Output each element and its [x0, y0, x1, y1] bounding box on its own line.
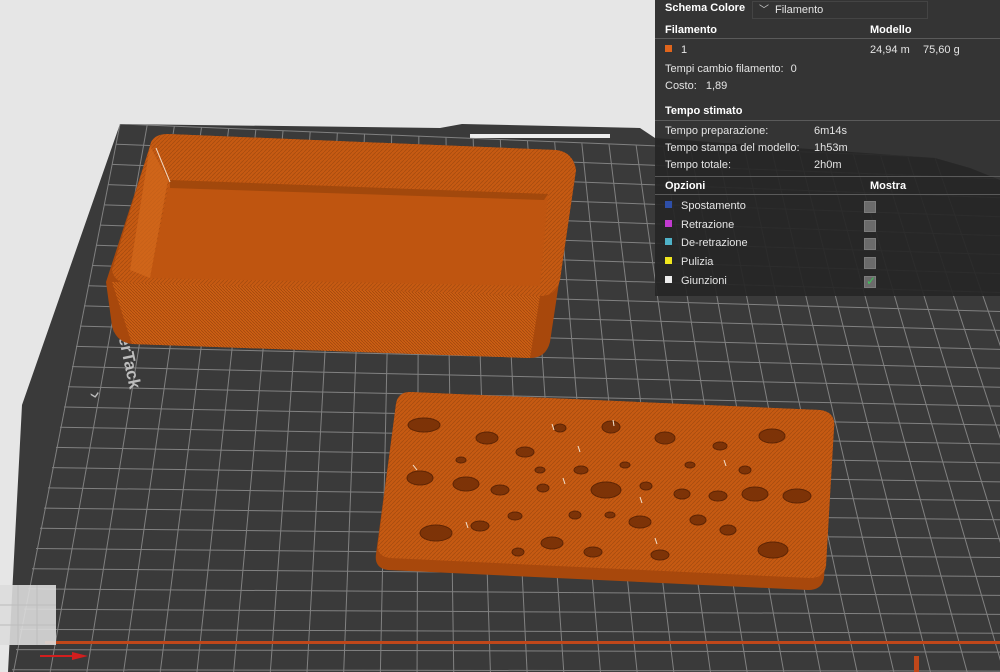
vent-hole [407, 417, 441, 433]
option-color-swatch [665, 257, 672, 265]
show-header: Mostra [870, 180, 907, 192]
filament-weight: 75,60 g [923, 44, 960, 56]
option-show-checkbox[interactable] [864, 238, 876, 251]
prep-time-label: Tempo preparazione: [665, 125, 769, 137]
option-label: Pulizia [681, 256, 714, 269]
option-row: Retrazione [665, 219, 990, 231]
total-time-value: 2h0m [814, 159, 842, 171]
option-show-checkbox[interactable] [864, 201, 876, 213]
vent-hole [712, 441, 728, 451]
filament-row: 1 24,94 m 75,60 g [665, 44, 990, 56]
option-color-swatch [665, 238, 672, 246]
filament-changes-row: Tempi cambio filamento: 0 [665, 63, 990, 75]
vented-plate-model [375, 392, 835, 590]
color-scheme-select[interactable]: ﹀ Filamento [752, 1, 928, 19]
vent-hole [601, 420, 621, 434]
cost-row: Costo: 1,89 [665, 80, 990, 92]
vent-hole [757, 541, 789, 559]
vent-hole [719, 524, 737, 536]
vent-hole [419, 524, 453, 542]
vent-hole [536, 483, 550, 493]
cost-value: 1,89 [705, 80, 728, 92]
vent-hole [758, 428, 786, 444]
legend-panel: Schema Colore ﹀ Filamento Filamento Model… [655, 0, 1000, 296]
color-scheme-value: Filamento [775, 4, 824, 16]
option-label: De-retrazione [681, 237, 748, 250]
vent-hole [604, 511, 616, 519]
tray-model [106, 134, 576, 358]
vent-hole [782, 488, 812, 504]
model-header: Modello [870, 24, 912, 36]
model-time-row: Tempo stampa del modello: 1h53m [665, 142, 990, 154]
vent-hole [540, 536, 564, 550]
option-label: Spostamento [681, 200, 746, 212]
vent-hole [628, 515, 652, 529]
vent-hole [455, 456, 467, 464]
filament-header: Filamento [665, 24, 717, 36]
vent-hole [590, 481, 622, 499]
vent-hole [583, 546, 603, 558]
vent-hole [573, 465, 589, 475]
plate-handle [470, 134, 610, 138]
filament-color-swatch [665, 45, 672, 52]
vent-hole [741, 486, 769, 502]
vent-hole [515, 446, 535, 458]
options-header-row: Opzioni Mostra [665, 180, 990, 192]
option-row: De-retrazione [665, 237, 990, 249]
vent-hole [490, 484, 510, 496]
estimated-time-header: Tempo stimato [665, 105, 743, 117]
option-show-checkbox[interactable] [864, 257, 876, 270]
option-row: Pulizia [665, 256, 990, 268]
prep-time-row: Tempo preparazione: 6m14s [665, 125, 990, 137]
vent-hole [406, 470, 434, 486]
vent-hole [568, 510, 582, 520]
option-row: Giunzioni [665, 275, 990, 287]
vent-hole [650, 549, 670, 561]
filament-changes-label: Tempi cambio filamento: [665, 63, 784, 75]
vent-hole [619, 461, 631, 469]
vent-hole [553, 423, 567, 433]
filament-length: 24,94 m [870, 44, 910, 56]
option-color-swatch [665, 275, 672, 283]
option-row: Spostamento [665, 200, 990, 212]
vent-hole [684, 461, 696, 469]
cost-label: Costo: [665, 80, 697, 92]
options-header: Opzioni [665, 180, 706, 192]
option-color-swatch [665, 201, 672, 208]
vent-hole [689, 514, 707, 526]
option-color-swatch [665, 219, 672, 227]
option-show-checkbox[interactable] [864, 219, 876, 232]
filament-index: 1 [681, 44, 688, 56]
option-label: Giunzioni [681, 274, 727, 287]
vent-hole [673, 488, 691, 500]
total-time-row: Tempo totale: 2h0m [665, 159, 990, 171]
vent-hole [534, 466, 546, 474]
vent-hole [654, 431, 676, 445]
corner-tile [0, 585, 56, 645]
chevron-down-icon: ﹀ [759, 5, 769, 16]
filament-changes-value: 0 [790, 63, 797, 75]
vent-hole [475, 431, 499, 445]
vent-hole [452, 476, 480, 492]
total-time-label: Tempo totale: [665, 159, 732, 171]
option-show-checkbox[interactable] [864, 274, 876, 288]
vent-hole [507, 511, 523, 521]
model-time-value: 1h53m [814, 142, 848, 154]
vent-hole [738, 465, 752, 475]
model-time-label: Tempo stampa del modello: [665, 142, 800, 154]
filament-header-row: Filamento Modello [665, 24, 990, 36]
vent-hole [511, 547, 525, 557]
vent-hole [639, 481, 653, 491]
x-axis [45, 641, 1000, 644]
prep-time-value: 6m14s [814, 125, 848, 137]
vent-hole [470, 520, 490, 532]
option-label: Retrazione [681, 218, 735, 231]
vent-hole [708, 490, 728, 502]
